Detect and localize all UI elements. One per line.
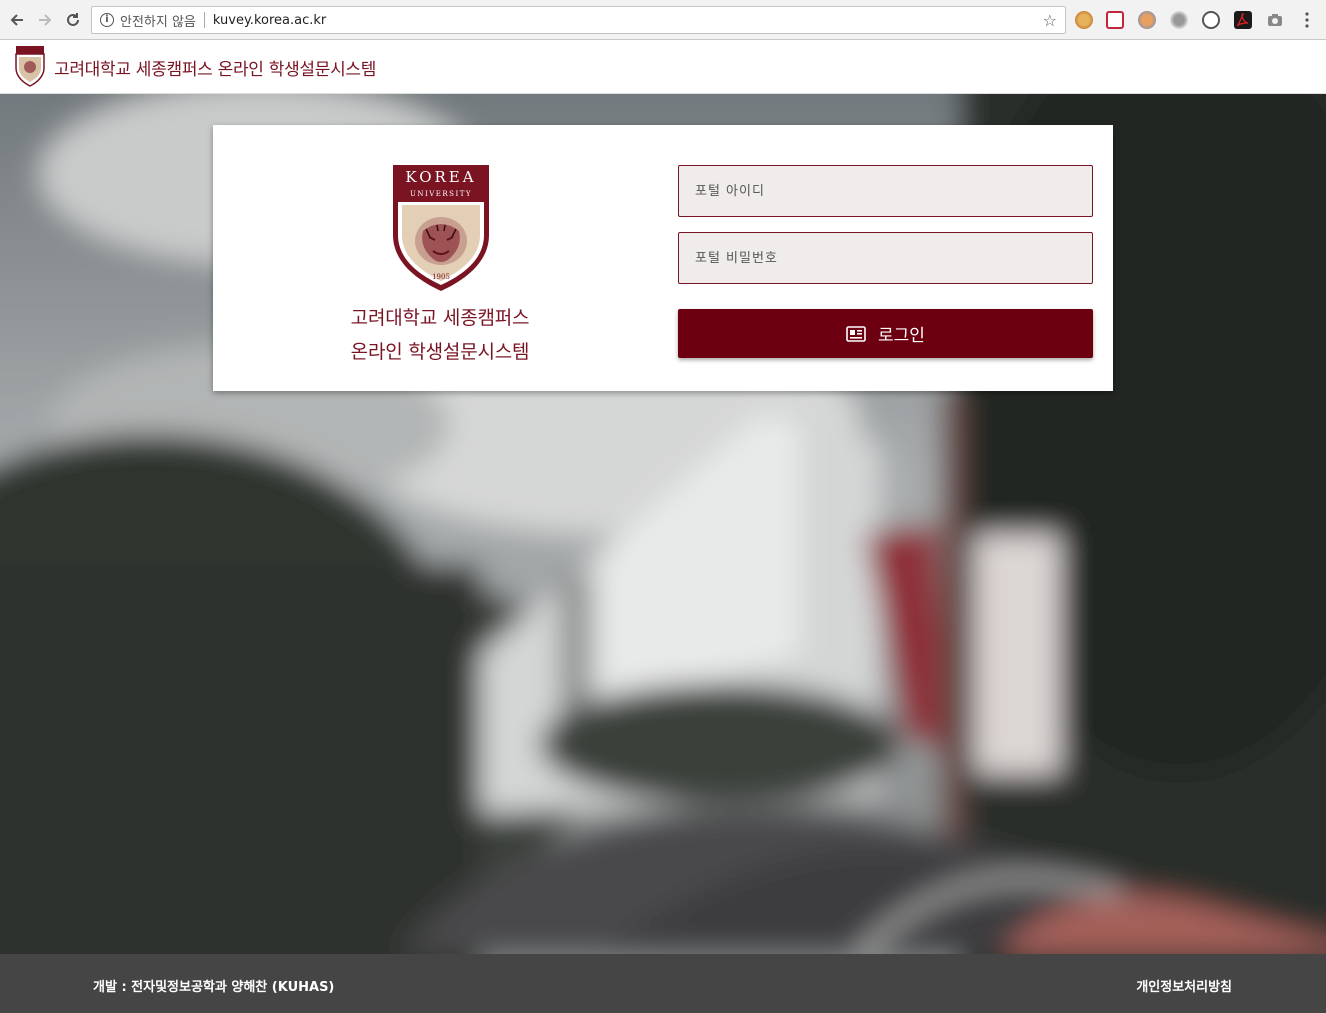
- login-button[interactable]: 로그인: [678, 309, 1093, 358]
- back-button[interactable]: [6, 9, 28, 31]
- fox-extension-icon[interactable]: [1138, 11, 1156, 29]
- emblem-university-text: UNIVERSITY: [410, 190, 472, 198]
- reload-icon: [67, 13, 79, 26]
- bookmark-star-icon[interactable]: ☆: [1043, 11, 1057, 30]
- pdf-extension-icon[interactable]: [1234, 11, 1252, 29]
- more-vert-icon: [1305, 12, 1309, 28]
- cookie-extension-icon[interactable]: [1075, 11, 1093, 29]
- card-title-line2: 온라인 학생설문시스템: [350, 341, 530, 363]
- university-emblem: KOREA UNIVERSITY 1905: [393, 165, 489, 297]
- puzzle-extension-icon[interactable]: [1170, 11, 1188, 29]
- acrobat-icon: [1236, 13, 1249, 27]
- portal-id-input[interactable]: [678, 165, 1093, 217]
- emblem-year-text: 1905: [432, 273, 450, 281]
- url-text[interactable]: kuvey.korea.ac.kr: [213, 13, 326, 28]
- forward-arrow-icon: [39, 14, 52, 26]
- back-arrow-icon: [10, 14, 23, 26]
- menu-button[interactable]: [1298, 11, 1316, 29]
- portal-password-input[interactable]: [678, 232, 1093, 284]
- forward-button[interactable]: [34, 9, 56, 31]
- login-button-label: 로그인: [878, 326, 925, 346]
- reload-button[interactable]: [62, 9, 84, 31]
- header-title[interactable]: 고려대학교 세종캠퍼스 온라인 학생설문시스템: [54, 55, 376, 80]
- card-title-line1: 고려대학교 세종캠퍼스: [350, 307, 530, 329]
- korea-university-crest-icon: [15, 46, 45, 87]
- browser-toolbar: i 안전하지 않음 kuvey.korea.ac.kr ☆: [0, 0, 1326, 40]
- privacy-policy-link[interactable]: 개인정보처리방침: [1136, 976, 1232, 995]
- footer: 개발 : 전자및정보공학과 양해찬 (KUHAS) 개인정보처리방침: [0, 954, 1326, 1013]
- developer-credit: 개발 : 전자및정보공학과 양해찬 (KUHAS): [93, 980, 335, 995]
- korea-university-tiger-crest-icon: KOREA UNIVERSITY 1905: [393, 165, 489, 291]
- address-separator: [203, 12, 205, 28]
- site-header: 고려대학교 세종캠퍼스 온라인 학생설문시스템: [0, 40, 1326, 94]
- security-label[interactable]: 안전하지 않음: [120, 11, 196, 30]
- info-icon[interactable]: i: [100, 13, 114, 27]
- id-card-icon: [846, 325, 866, 342]
- camera-extension-icon[interactable]: [1266, 11, 1284, 29]
- emblem-korea-text: KOREA: [405, 168, 476, 186]
- address-bar[interactable]: i 안전하지 않음 kuvey.korea.ac.kr ☆: [91, 6, 1066, 34]
- header-logo[interactable]: [14, 45, 46, 91]
- sync-extension-icon[interactable]: [1202, 11, 1220, 29]
- login-card: KOREA UNIVERSITY 1905 고려대학교 세종캠퍼스 온라인 학생…: [213, 125, 1113, 391]
- media-extension-icon[interactable]: [1106, 11, 1124, 29]
- camera-icon: [1268, 14, 1282, 26]
